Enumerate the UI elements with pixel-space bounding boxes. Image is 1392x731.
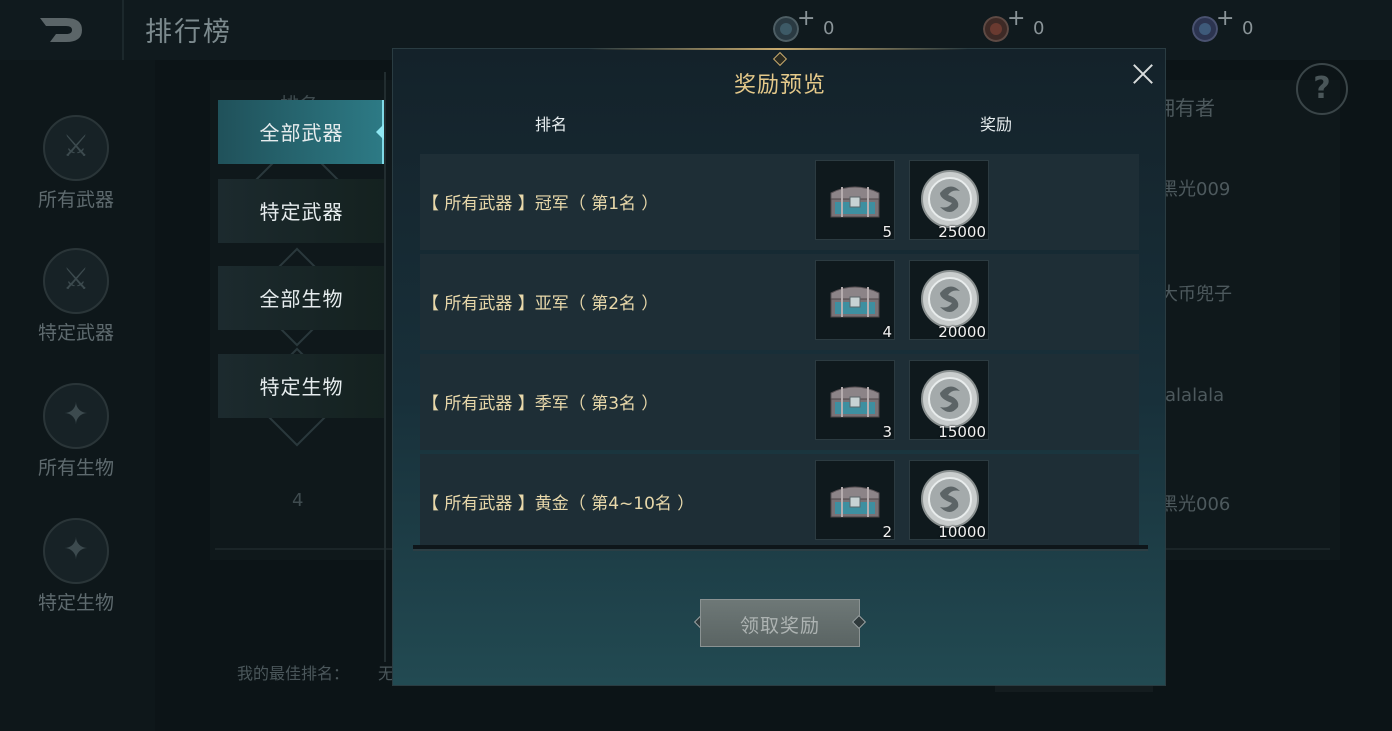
silver-coin-icon [921, 370, 979, 428]
title-decoration [588, 48, 968, 50]
leaderboard-screen: 排行榜 + 0 + 0 + 0 ⚔ 所有武器 ⚔ 特定武器 ✦ 所有生物 ✦ 特… [0, 0, 1392, 731]
currency-value: 0 [823, 18, 835, 39]
title-diamond-icon [772, 51, 788, 67]
tab-specific-weapons[interactable]: 特定武器 [218, 179, 385, 243]
owner-name: 黑光006 [1160, 494, 1231, 515]
rank-column-header: 排名 [535, 115, 568, 134]
chest-item-slot[interactable]: 2 [815, 460, 895, 541]
back-icon[interactable] [36, 14, 86, 46]
plus-icon: + [797, 6, 816, 31]
red-gem-currency-icon [983, 16, 1009, 42]
item-quantity: 2 [882, 523, 892, 541]
reward-rank-label: 【 所有武器 】冠军（ 第1名 ） [422, 194, 659, 214]
sword-icon: ⚔ [43, 115, 109, 181]
item-quantity: 4 [882, 323, 892, 341]
claim-reward-button[interactable]: 领取奖励 [700, 599, 860, 647]
coin-item-slot[interactable]: 25000 [909, 160, 989, 241]
item-quantity: 20000 [938, 323, 986, 341]
tab-label: 全部武器 [259, 121, 344, 145]
silver-coin-icon [921, 270, 979, 328]
nav-item-all-weapons[interactable]: ⚔ 所有武器 [0, 115, 155, 245]
coin-item-slot[interactable]: 10000 [909, 460, 989, 541]
coin-item-slot[interactable]: 20000 [909, 260, 989, 341]
close-icon[interactable] [1128, 59, 1158, 89]
reward-row: 【 所有武器 】亚军（ 第2名 ） 4 20000 [420, 254, 1139, 350]
chest-item-slot[interactable]: 5 [815, 160, 895, 241]
tab-all-weapons[interactable]: 全部武器 [218, 100, 385, 164]
item-quantity: 15000 [938, 423, 986, 441]
claim-reward-label: 领取奖励 [739, 615, 820, 637]
tab-label: 特定生物 [259, 375, 344, 399]
divider [384, 72, 386, 662]
reward-rank-label: 【 所有武器 】黄金（ 第4~10名 ） [422, 494, 695, 514]
sword-icon: ⚔ [43, 248, 109, 314]
item-quantity: 10000 [938, 523, 986, 541]
nav-item-specific-creatures[interactable]: ✦ 特定生物 [0, 518, 155, 648]
owner-name: 大币兜子 [1160, 284, 1232, 305]
left-nav: ⚔ 所有武器 ⚔ 特定武器 ✦ 所有生物 ✦ 特定生物 [0, 60, 155, 731]
currency-value: 0 [1242, 18, 1254, 39]
nav-label: 特定生物 [37, 592, 114, 614]
item-quantity: 5 [882, 223, 892, 241]
plus-icon: + [1007, 6, 1026, 31]
nav-label: 特定武器 [37, 322, 114, 344]
nav-label: 所有武器 [37, 189, 114, 211]
silver-coin-icon [921, 470, 979, 528]
owner-name: 黑光009 [1160, 179, 1231, 200]
tab-label: 特定武器 [259, 200, 344, 224]
reward-rank-label: 【 所有武器 】季军（ 第3名 ） [422, 394, 659, 414]
currency-value: 0 [1033, 18, 1045, 39]
modal-title: 奖励预览 [733, 73, 826, 98]
reward-row: 【 所有武器 】黄金（ 第4~10名 ） 2 10000 [420, 454, 1139, 550]
blue-gem-currency-icon [773, 16, 799, 42]
plus-icon: + [1216, 6, 1235, 31]
page-title: 排行榜 [145, 17, 232, 48]
reward-row: 【 所有武器 】冠军（ 第1名 ） 5 25000 [420, 154, 1139, 250]
coin-item-slot[interactable]: 15000 [909, 360, 989, 441]
reward-column-header: 奖励 [980, 115, 1013, 134]
purple-gem-currency-icon [1192, 16, 1218, 42]
rank-number: 4 [292, 490, 304, 511]
active-indicator-icon [376, 124, 384, 140]
nav-item-specific-weapons[interactable]: ⚔ 特定武器 [0, 248, 155, 378]
owner-name: lalalala [1160, 385, 1225, 406]
silver-coin-icon [921, 170, 979, 228]
treasure-chest-icon [830, 386, 880, 418]
item-quantity: 3 [882, 423, 892, 441]
creature-icon: ✦ [43, 518, 109, 584]
divider [122, 0, 124, 60]
creature-icon: ✦ [43, 383, 109, 449]
tab-all-creatures[interactable]: 全部生物 [218, 266, 385, 330]
item-quantity: 25000 [938, 223, 986, 241]
best-rank-label: 我的最佳排名： [237, 664, 350, 683]
list-bottom-border [413, 545, 1148, 551]
nav-item-all-creatures[interactable]: ✦ 所有生物 [0, 383, 155, 513]
reward-rank-label: 【 所有武器 】亚军（ 第2名 ） [422, 294, 659, 314]
nav-label: 所有生物 [37, 457, 114, 479]
tab-label: 全部生物 [259, 287, 344, 311]
treasure-chest-icon [830, 186, 880, 218]
reward-preview-modal: 奖励预览 排名 奖励 【 所有武器 】冠军（ 第1名 ） 5 25000 【 所… [392, 48, 1166, 686]
treasure-chest-icon [830, 486, 880, 518]
chest-item-slot[interactable]: 3 [815, 360, 895, 441]
chest-item-slot[interactable]: 4 [815, 260, 895, 341]
tab-specific-creatures[interactable]: 特定生物 [218, 354, 385, 418]
treasure-chest-icon [830, 286, 880, 318]
reward-row: 【 所有武器 】季军（ 第3名 ） 3 15000 [420, 354, 1139, 450]
help-icon[interactable]: ? [1296, 63, 1348, 115]
